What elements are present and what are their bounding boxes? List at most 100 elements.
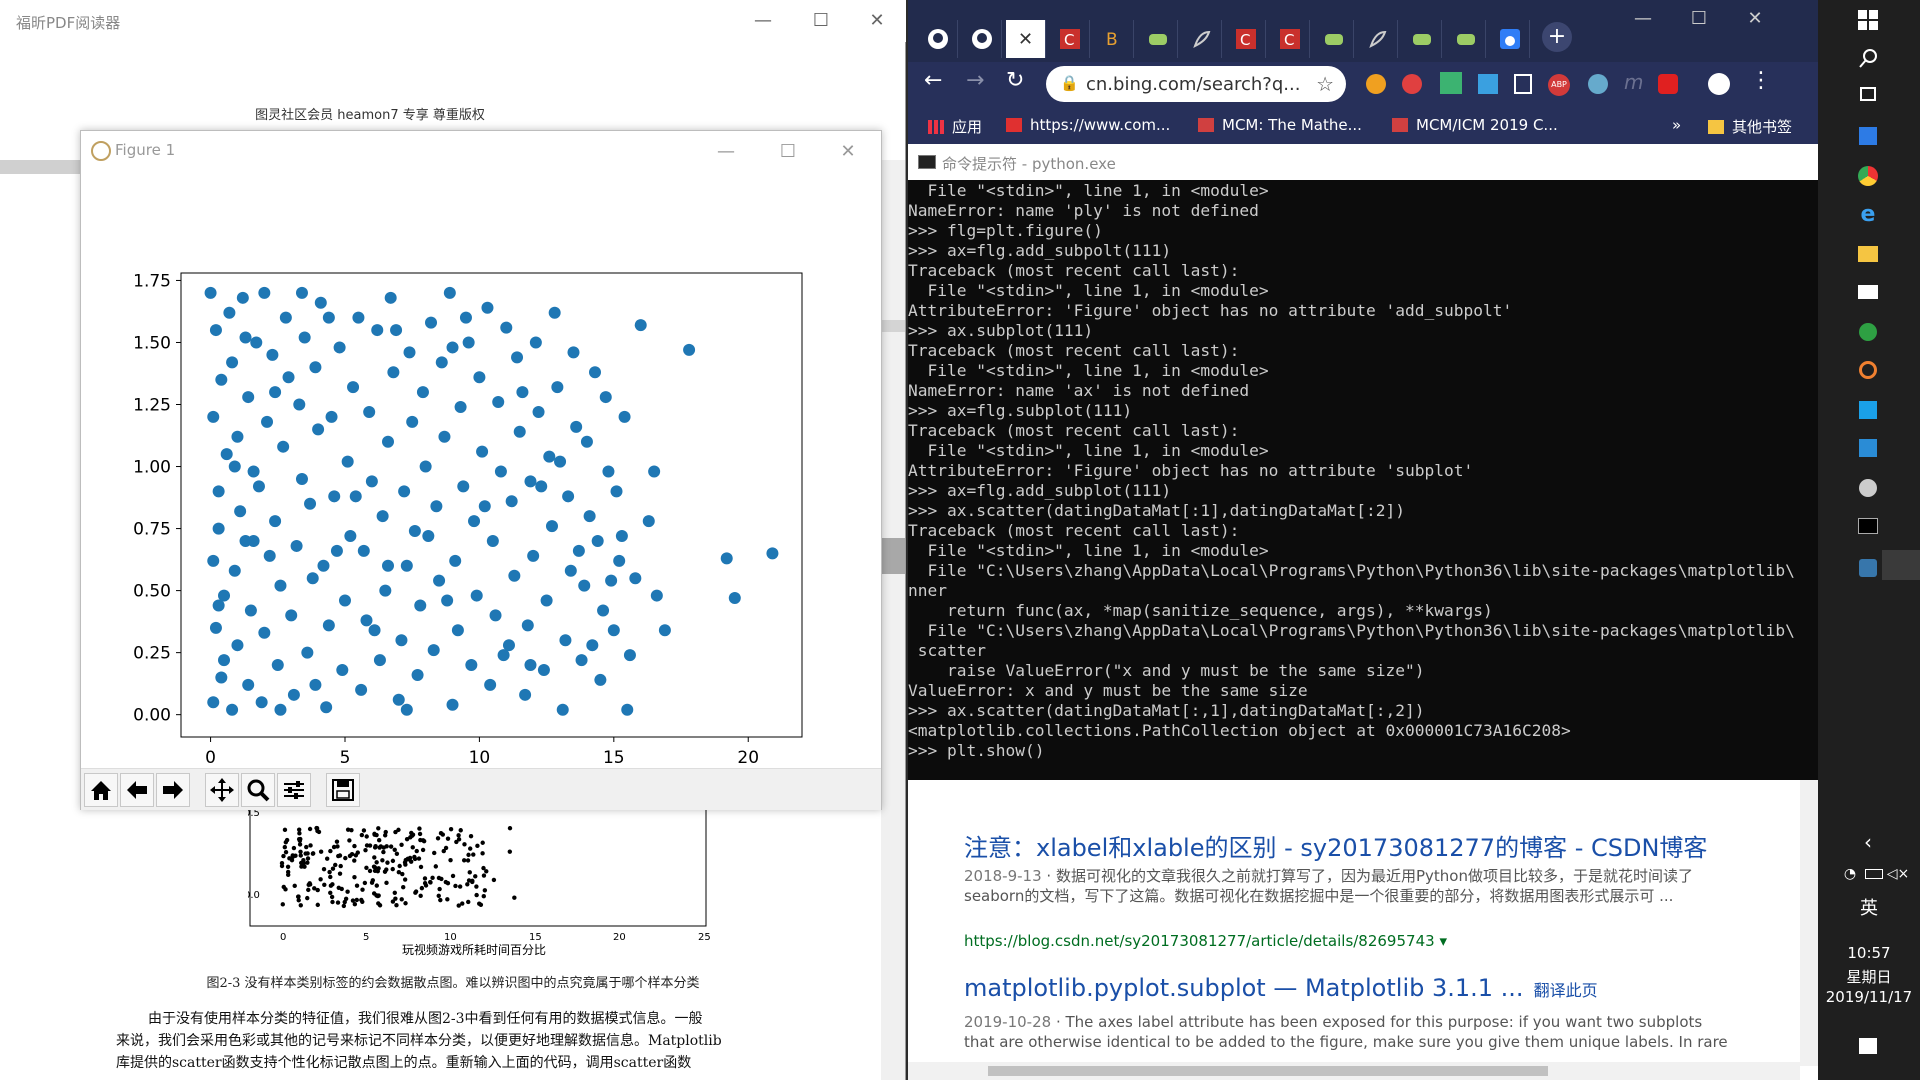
chrome-icon[interactable]: [1856, 164, 1880, 188]
terminal-icon[interactable]: [1856, 514, 1880, 538]
scatter-point: [521, 619, 534, 632]
network-icon[interactable]: ◔: [1838, 862, 1862, 886]
translate-link[interactable]: 翻译此页: [1534, 981, 1598, 1000]
pan-button[interactable]: [205, 773, 239, 807]
tab-github[interactable]: [962, 20, 1002, 58]
app-icon[interactable]: [1856, 320, 1880, 344]
pdf-scrollbar[interactable]: [881, 160, 905, 1080]
tab-android[interactable]: [1138, 20, 1178, 58]
bookmark-item[interactable]: https://www.com...: [1006, 116, 1170, 134]
scatter-point: [322, 311, 335, 324]
minimize-button[interactable]: —: [1628, 6, 1658, 32]
tab-baidu[interactable]: [1490, 20, 1530, 58]
tab-b[interactable]: B: [1094, 20, 1134, 58]
scatter-point: [591, 534, 604, 547]
tab-page[interactable]: [1182, 20, 1222, 58]
app-icon[interactable]: [1856, 358, 1880, 382]
extension-icon[interactable]: m: [1624, 70, 1643, 94]
reload-icon[interactable]: ↻: [1006, 68, 1024, 93]
bookmark-item[interactable]: MCM/ICM 2019 C...: [1392, 116, 1558, 134]
tab-github[interactable]: [918, 20, 958, 58]
volume-mute-icon[interactable]: ◁×: [1886, 862, 1910, 886]
bookmark-star-icon[interactable]: ☆: [1316, 72, 1334, 96]
file-explorer-icon[interactable]: [1856, 242, 1880, 266]
chevron-up-icon[interactable]: ‹: [1856, 830, 1880, 854]
tab-csdn[interactable]: C: [1050, 20, 1090, 58]
extension-icon[interactable]: [1588, 74, 1608, 94]
forward-button[interactable]: [156, 773, 190, 807]
maximize-button[interactable]: ☐: [1684, 6, 1714, 32]
ime-indicator[interactable]: 英: [1818, 894, 1920, 920]
scatter-point: [403, 346, 416, 359]
maximize-button[interactable]: ☐: [773, 139, 803, 165]
edge-icon[interactable]: e: [1856, 202, 1880, 227]
app-icon[interactable]: [1856, 398, 1880, 422]
y-tick-label: 1.50: [133, 333, 171, 353]
extension-icon[interactable]: [1440, 72, 1462, 94]
caret-down-icon[interactable]: ▾: [1439, 932, 1447, 950]
result-url[interactable]: https://blog.csdn.net/sy20173081277/arti…: [964, 932, 1447, 950]
bookmark-item[interactable]: MCM: The Mathe...: [1198, 116, 1362, 134]
clock-date[interactable]: 2019/11/17: [1818, 988, 1920, 1006]
profile-avatar-icon[interactable]: [1708, 73, 1730, 95]
address-bar[interactable]: 🔒 cn.bing.com/search?q... ☆: [1046, 66, 1346, 102]
clock-weekday[interactable]: 星期日: [1818, 966, 1920, 987]
minimize-button[interactable]: —: [748, 8, 778, 34]
home-button[interactable]: [84, 773, 118, 807]
extension-icon[interactable]: [1658, 74, 1678, 94]
zoom-button[interactable]: [241, 773, 275, 807]
clock-time[interactable]: 10:57: [1818, 944, 1920, 962]
bookmark-apps[interactable]: 应用: [928, 116, 982, 137]
windows-start-icon[interactable]: [1856, 8, 1880, 32]
scrollbar-thumb[interactable]: [881, 538, 905, 574]
mail-icon[interactable]: [1856, 280, 1880, 304]
chrome-ext-icon[interactable]: [1402, 74, 1422, 94]
adblock-icon[interactable]: ABP: [1548, 74, 1570, 96]
tab-android[interactable]: [1402, 20, 1442, 58]
horizontal-scrollbar[interactable]: [908, 1062, 1800, 1080]
scatter-point: [328, 490, 341, 503]
extension-icon[interactable]: [1366, 74, 1386, 94]
tab-page[interactable]: [1358, 20, 1398, 58]
vscode-icon[interactable]: [1856, 436, 1880, 460]
back-icon[interactable]: ←: [924, 68, 942, 93]
result-title-link[interactable]: 注意：xlabel和xlable的区别 - sy20173081277的博客 -…: [964, 828, 1707, 863]
task-view-icon[interactable]: [1856, 82, 1880, 106]
bookmark-manager-icon[interactable]: [1514, 74, 1532, 94]
app-icon[interactable]: [1856, 124, 1880, 148]
tab-android[interactable]: [1314, 20, 1354, 58]
back-button[interactable]: [120, 773, 154, 807]
result-title-link[interactable]: matplotlib.pyplot.subplot — Matplotlib 3…: [964, 974, 1598, 1002]
command-prompt-console[interactable]: File "<stdin>", line 1, in <module> NameE…: [908, 180, 1818, 780]
tab-active[interactable]: ✕: [1006, 20, 1046, 58]
close-tab-icon[interactable]: ✕: [1018, 29, 1033, 50]
close-button[interactable]: ✕: [1740, 6, 1770, 32]
scatter-point: [554, 455, 567, 468]
configure-button[interactable]: [277, 773, 311, 807]
close-button[interactable]: ✕: [833, 139, 863, 165]
tab-csdn[interactable]: C: [1270, 20, 1310, 58]
console-line: >>> ax.subplot(111): [908, 321, 1094, 340]
tab-android[interactable]: [1446, 20, 1486, 58]
minimize-button[interactable]: —: [711, 139, 741, 165]
python-icon[interactable]: [1856, 556, 1880, 580]
bookmarks-overflow-button[interactable]: »: [1672, 116, 1681, 134]
other-bookmarks[interactable]: 其他书签: [1708, 116, 1792, 137]
scrollbar-thumb[interactable]: [988, 1066, 1548, 1076]
maximize-button[interactable]: ☐: [806, 8, 836, 34]
search-icon[interactable]: [1856, 46, 1880, 70]
battery-icon[interactable]: [1862, 862, 1886, 886]
results-scrollbar[interactable]: [1800, 780, 1818, 1066]
scatter-point: [371, 324, 384, 337]
scatter-point: [228, 564, 241, 577]
close-button[interactable]: ✕: [862, 8, 892, 34]
forward-icon[interactable]: →: [966, 68, 984, 93]
app-icon[interactable]: [1856, 476, 1880, 500]
new-tab-button[interactable]: +: [1542, 22, 1572, 52]
save-button[interactable]: [326, 773, 360, 807]
menu-kebab-icon[interactable]: ⋮: [1750, 68, 1772, 93]
tab-csdn[interactable]: C: [1226, 20, 1266, 58]
extension-icon[interactable]: [1478, 74, 1498, 94]
notification-icon[interactable]: [1856, 1034, 1880, 1058]
scatter-point: [382, 559, 394, 572]
